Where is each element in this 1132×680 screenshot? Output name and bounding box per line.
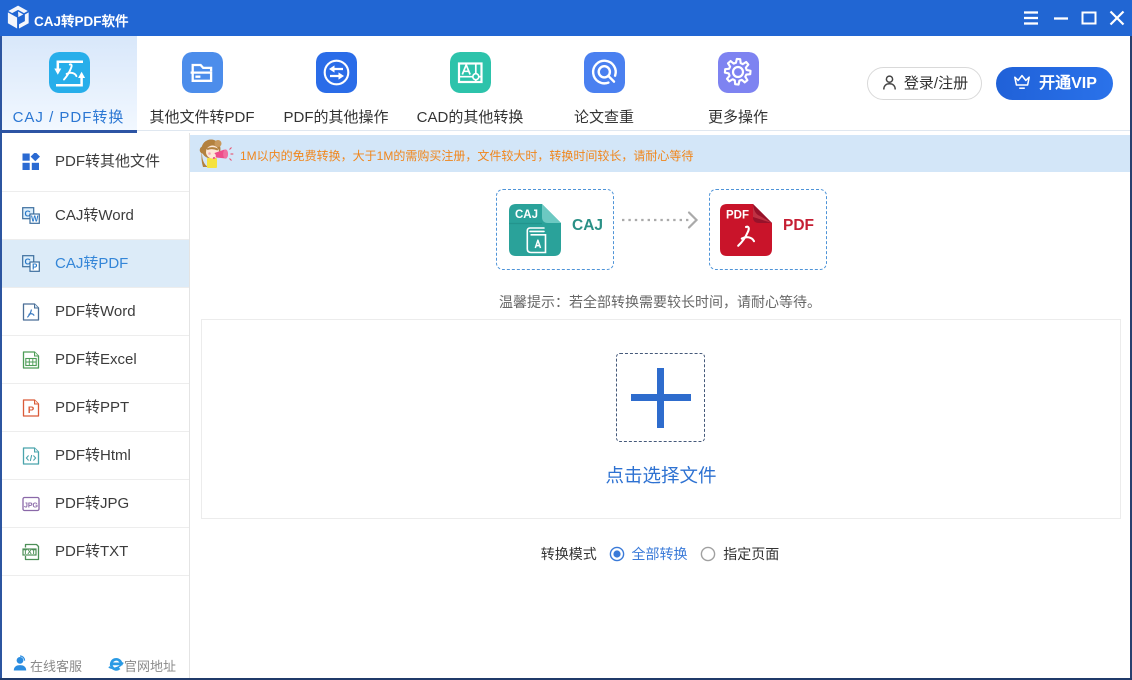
svg-text:PDF: PDF xyxy=(726,210,749,222)
svg-text:W: W xyxy=(31,214,39,223)
svg-text:P: P xyxy=(32,262,37,271)
svg-text:P: P xyxy=(28,405,35,416)
svg-text:CAJ: CAJ xyxy=(515,209,538,221)
svg-text:JPG: JPG xyxy=(24,502,39,509)
svg-text:TXT: TXT xyxy=(23,549,35,556)
